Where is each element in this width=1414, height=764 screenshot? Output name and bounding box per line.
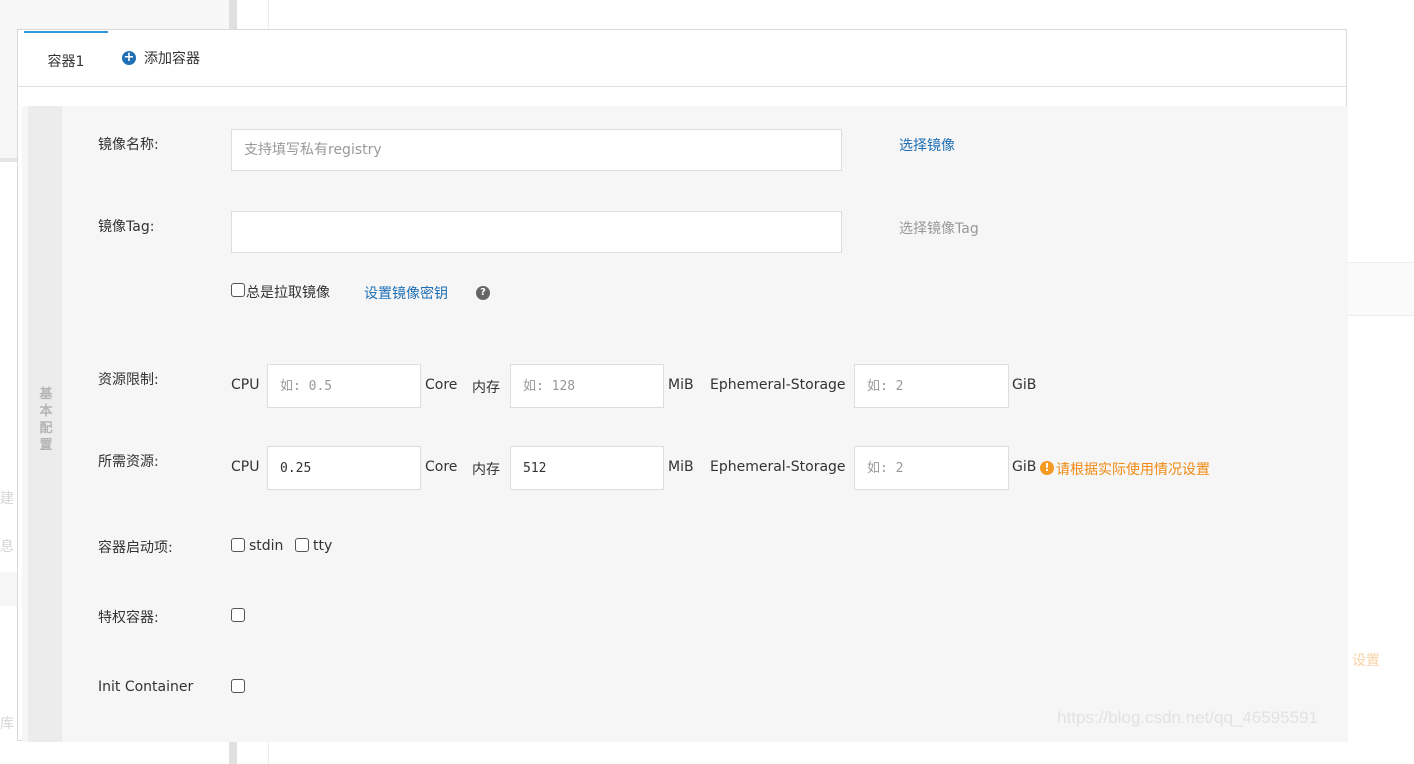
stdin-checkbox[interactable] xyxy=(231,538,245,552)
plus-circle-icon: + xyxy=(122,50,136,65)
requests-eph-input[interactable] xyxy=(854,446,1009,490)
always-pull-checkbox[interactable] xyxy=(231,283,245,297)
limits-core-unit: Core xyxy=(425,377,458,393)
tty-label: tty xyxy=(313,538,333,554)
bg-text: 设置 xyxy=(1352,653,1380,669)
exclamation-circle-icon: ! xyxy=(1040,461,1054,475)
limits-gib-unit: GiB xyxy=(1012,377,1037,393)
image-name-input[interactable] xyxy=(231,129,842,171)
requests-core-unit: Core xyxy=(425,459,458,475)
watermark: https://blog.csdn.net/qq_46595591 xyxy=(1057,708,1318,727)
requests-cpu-input[interactable] xyxy=(267,446,421,490)
requests-warning-text: 请根据实际使用情况设置 xyxy=(1056,462,1210,478)
init-container-label: Init Container xyxy=(98,679,194,695)
requests-eph-label: Ephemeral-Storage xyxy=(710,459,846,475)
always-pull-label: 总是拉取镜像 xyxy=(246,285,330,301)
init-container-checkbox[interactable] xyxy=(231,679,245,693)
container-tabs: 容器1 + 添加容器 xyxy=(18,30,1346,87)
requests-mib-unit: MiB xyxy=(668,459,694,475)
requests-cpu-label: CPU xyxy=(231,459,260,475)
limits-mib-unit: MiB xyxy=(668,377,694,393)
question-circle-icon[interactable]: ? xyxy=(476,286,490,300)
image-name-label: 镜像名称: xyxy=(98,137,159,153)
bg-text: 建 xyxy=(0,491,14,507)
container-config-panel: 容器1 + 添加容器 基本配置 镜像名称: 选择镜像 镜像Tag: 选择镜像Ta… xyxy=(17,29,1348,742)
tty-checkbox[interactable] xyxy=(295,538,309,552)
limits-cpu-input[interactable] xyxy=(267,364,421,408)
limits-eph-label: Ephemeral-Storage xyxy=(710,377,846,393)
limits-mem-label: 内存 xyxy=(472,380,500,396)
container-form: 基本配置 镜像名称: 选择镜像 镜像Tag: 选择镜像Tag 总是拉取镜像 设置… xyxy=(22,106,1348,742)
limits-cpu-label: CPU xyxy=(231,377,260,393)
requests-gib-unit: GiB xyxy=(1012,459,1037,475)
select-image-tag-link[interactable]: 选择镜像Tag xyxy=(899,218,979,238)
resource-limits-label: 资源限制: xyxy=(98,372,159,388)
stdin-label: stdin xyxy=(249,538,284,554)
startup-options-label: 容器启动项: xyxy=(98,540,173,556)
limits-eph-input[interactable] xyxy=(854,364,1009,408)
section-label: 基本配置 xyxy=(39,387,53,453)
image-tag-input[interactable] xyxy=(231,211,842,253)
add-container-label: 添加容器 xyxy=(144,51,200,67)
image-tag-label: 镜像Tag: xyxy=(98,219,155,235)
requests-memory-input[interactable] xyxy=(510,446,664,490)
privileged-label: 特权容器: xyxy=(98,610,159,626)
requests-mem-label: 内存 xyxy=(472,462,500,478)
set-image-secret-link[interactable]: 设置镜像密钥 xyxy=(364,283,448,303)
privileged-checkbox[interactable] xyxy=(231,608,245,622)
limits-memory-input[interactable] xyxy=(510,364,664,408)
select-image-link[interactable]: 选择镜像 xyxy=(899,135,955,155)
bg-right-panel xyxy=(1348,262,1414,316)
bg-text: 息 xyxy=(0,539,14,555)
resource-requests-label: 所需资源: xyxy=(98,454,159,470)
tab-container-1[interactable]: 容器1 xyxy=(24,31,108,86)
bg-text: 库 xyxy=(0,716,14,732)
add-container-button[interactable]: + 添加容器 xyxy=(122,30,200,86)
